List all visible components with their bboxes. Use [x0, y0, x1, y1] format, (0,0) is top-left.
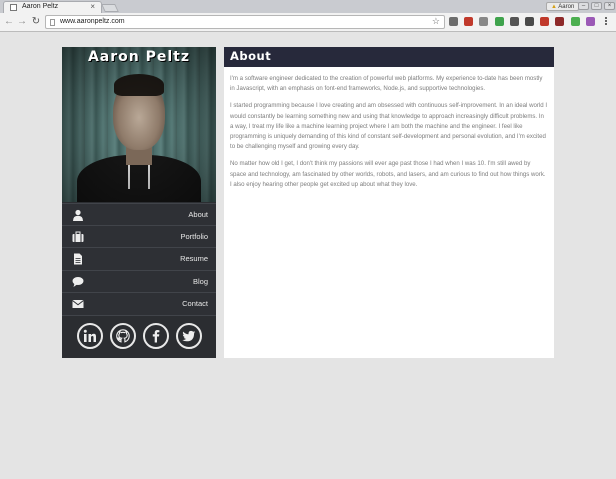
site-name[interactable]: Aaron Peltz — [62, 49, 216, 65]
warning-icon: ▲ — [551, 4, 557, 10]
nav-label-portfolio: Portfolio — [180, 231, 208, 241]
browser-tab[interactable]: Aaron Peltz × — [3, 1, 102, 13]
nav-item-contact[interactable]: Contact — [62, 293, 216, 316]
profile-button[interactable]: ▲ Aaron — [546, 2, 580, 11]
maximize-icon[interactable]: □ — [591, 2, 602, 10]
minimize-icon[interactable]: – — [578, 2, 589, 10]
browser-extension-icon[interactable] — [509, 17, 519, 26]
close-tab-icon[interactable]: × — [90, 2, 95, 12]
reload-icon[interactable]: ↻ — [31, 16, 41, 28]
browser-extension-icon[interactable] — [479, 17, 489, 26]
github-icon — [116, 329, 130, 343]
browser-extension-icon[interactable] — [540, 17, 550, 26]
new-tab-button[interactable] — [101, 4, 119, 12]
back-arrow-icon[interactable]: ← — [4, 16, 14, 28]
browser-extension-icon[interactable] — [449, 17, 458, 26]
window-close-icon[interactable]: × — [604, 2, 615, 10]
twitter-icon — [182, 330, 196, 342]
linkedin-link[interactable] — [77, 323, 103, 349]
browser-extension-icon[interactable] — [555, 17, 565, 26]
profile-photo: Aaron Peltz — [62, 47, 216, 202]
browser-extension-icon[interactable] — [570, 17, 580, 26]
section-title: About — [230, 49, 272, 63]
bookmark-star-icon[interactable]: ☆ — [432, 16, 440, 27]
social-links — [62, 323, 216, 353]
about-paragraph-3: No matter how old I get, I don't think m… — [230, 160, 546, 188]
nav-item-about[interactable]: About — [62, 203, 216, 226]
nav-item-blog[interactable]: Blog — [62, 270, 216, 294]
nav-item-portfolio[interactable]: Portfolio — [62, 225, 216, 249]
browser-extension-icon[interactable] — [525, 17, 534, 26]
about-paragraph-1: I'm a software engineer dedicated to the… — [230, 75, 543, 93]
nav-label-about: About — [188, 210, 208, 219]
linkedin-icon — [83, 329, 96, 342]
twitter-link[interactable] — [176, 323, 202, 349]
address-bar[interactable]: www.aaronpeltz.com ☆ — [45, 15, 445, 29]
nav-item-resume[interactable]: Resume — [62, 248, 216, 271]
facebook-icon — [152, 330, 160, 343]
briefcase-icon — [72, 231, 84, 242]
browser-toolbar: ← → ↻ www.aaronpeltz.com ☆ — [0, 13, 616, 32]
about-text: I'm a software engineer dedicated to the… — [230, 74, 548, 197]
about-paragraph-2: I started programming because I love cre… — [230, 102, 548, 151]
github-link[interactable] — [110, 323, 136, 349]
tab-title: Aaron Peltz — [22, 3, 59, 10]
nav-label-contact: Contact — [182, 299, 208, 309]
envelope-icon — [72, 300, 84, 309]
nav-label-resume: Resume — [180, 254, 208, 264]
url-text[interactable]: www.aaronpeltz.com — [60, 18, 125, 25]
speech-bubble-icon — [72, 276, 84, 287]
sidebar: Aaron Peltz About Portfolio Resume Blog … — [62, 47, 216, 358]
page-favicon-icon — [10, 4, 17, 11]
user-icon — [73, 209, 83, 221]
browser-extension-icon[interactable] — [464, 17, 474, 26]
document-icon — [74, 253, 82, 265]
browser-extension-icon[interactable] — [494, 17, 504, 26]
tab-strip: Aaron Peltz × ▲ Aaron – □ × — [0, 0, 616, 13]
about-panel: About I'm a software engineer dedicated … — [224, 47, 554, 358]
browser-menu-icon[interactable] — [604, 16, 608, 28]
browser-extension-icon[interactable] — [585, 17, 595, 26]
section-header: About — [224, 47, 554, 67]
sidebar-nav: About Portfolio Resume Blog Contact — [62, 203, 216, 316]
profile-label: Aaron — [558, 4, 575, 10]
page-icon — [50, 19, 55, 26]
facebook-link[interactable] — [143, 323, 169, 349]
nav-label-blog: Blog — [192, 276, 208, 286]
forward-arrow-icon[interactable]: → — [17, 16, 27, 28]
